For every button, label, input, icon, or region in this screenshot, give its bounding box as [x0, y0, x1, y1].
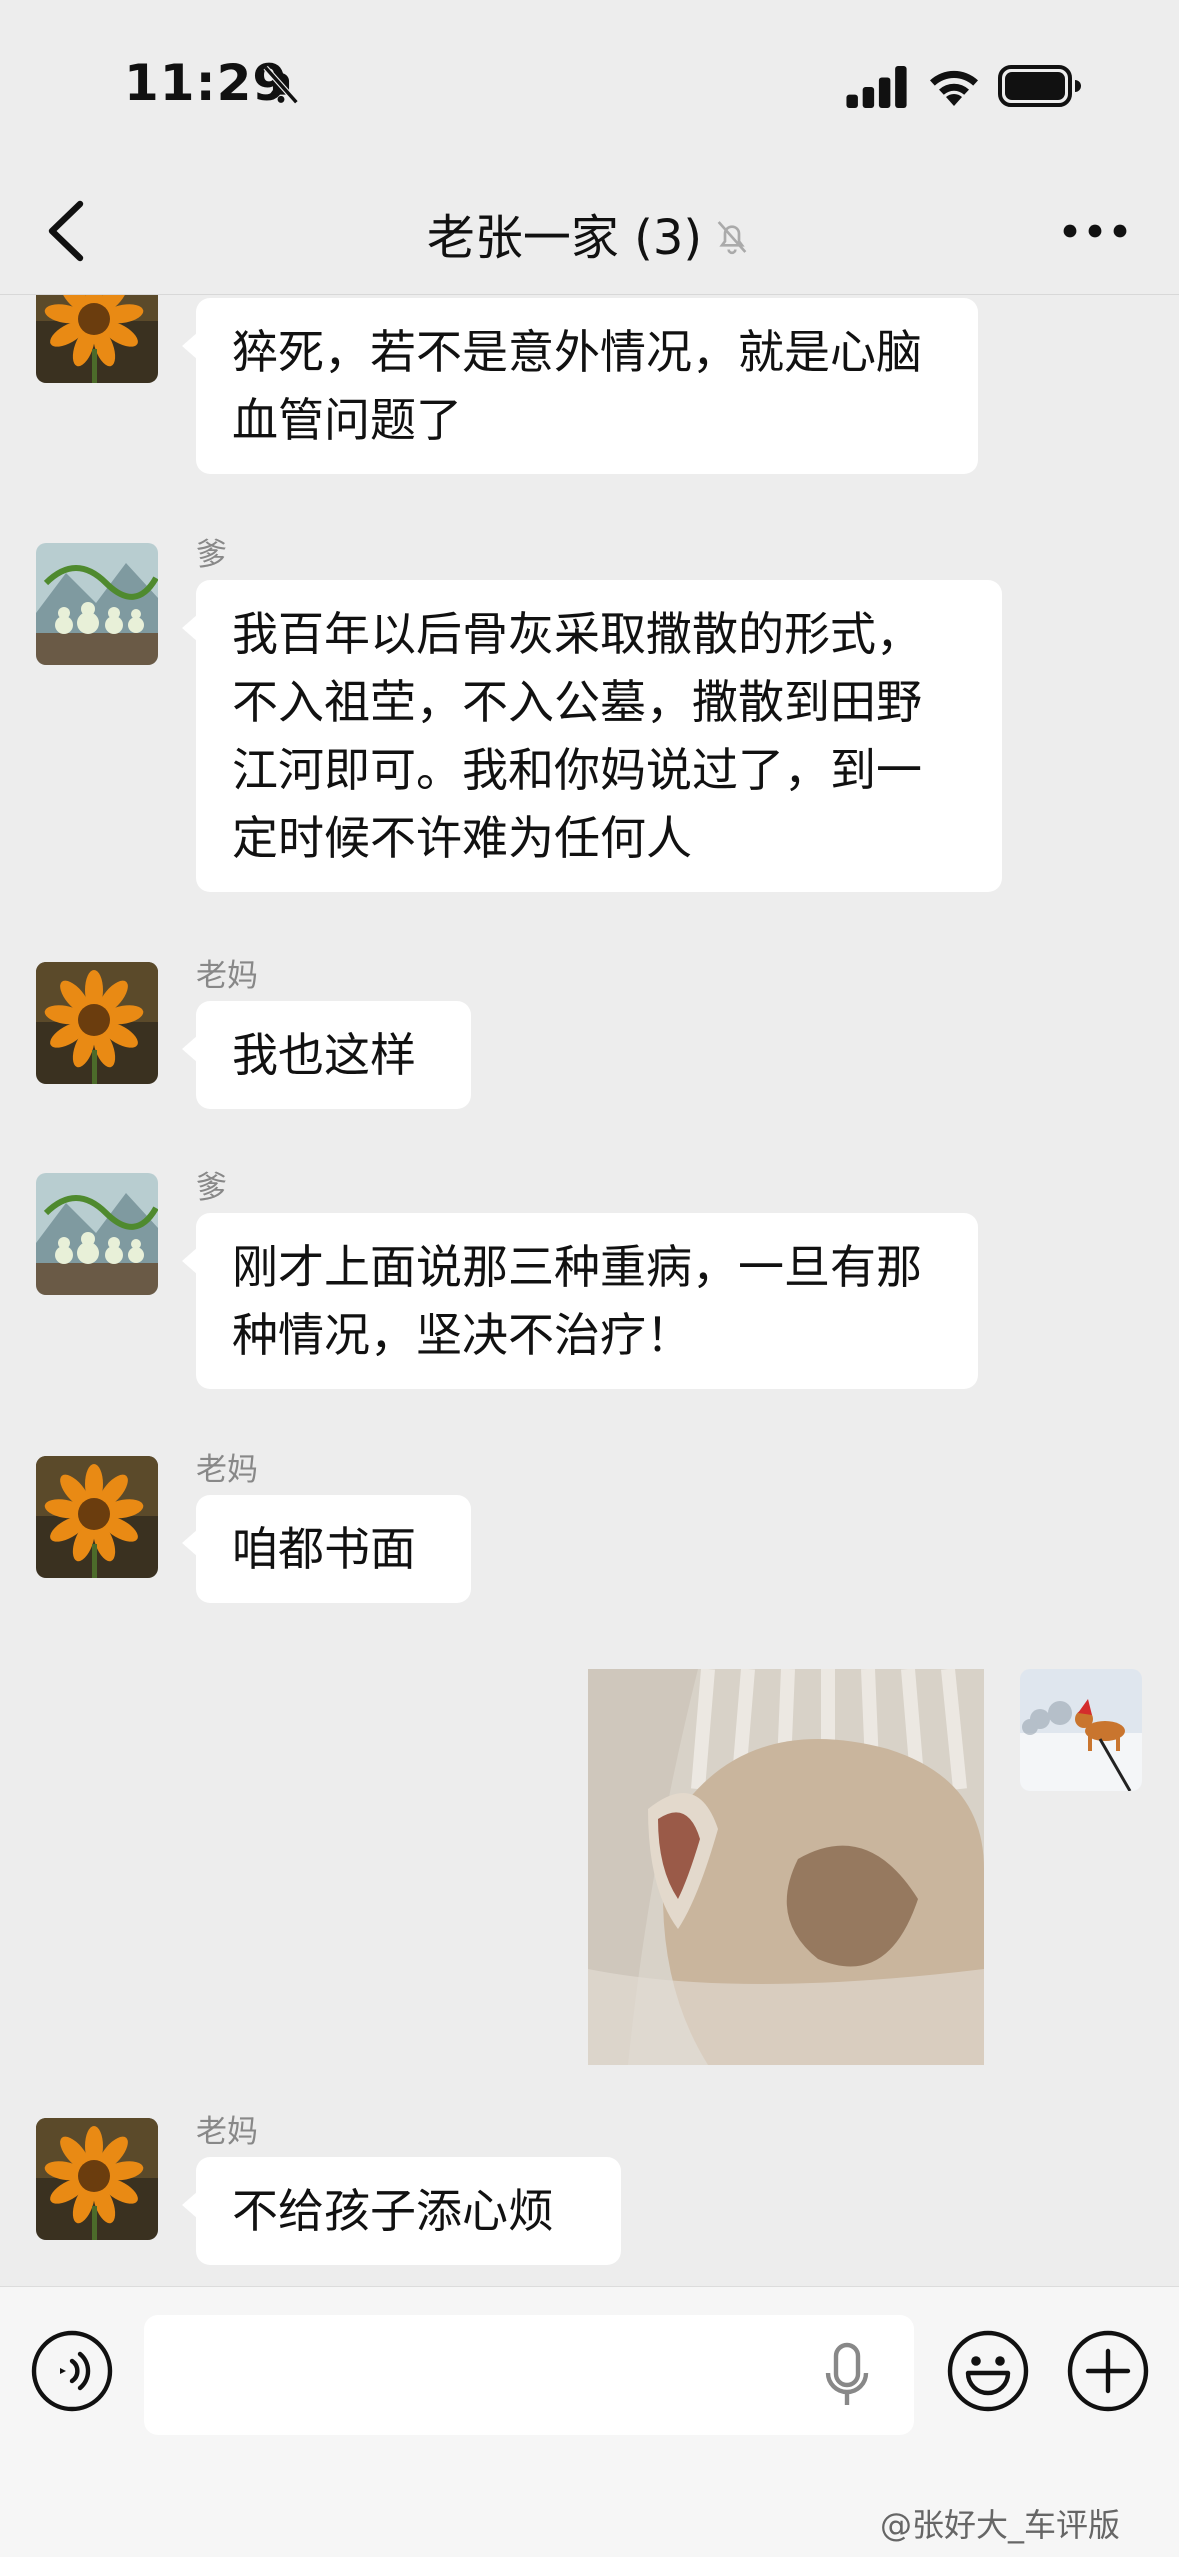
sender-name: 老妈	[196, 958, 258, 994]
sender-name: 老妈	[196, 2114, 258, 2150]
sender-name: 爹	[196, 537, 227, 573]
chat-title: 老张一家 (3)	[426, 210, 703, 266]
avatar-gourds[interactable]	[36, 1173, 158, 1295]
message-text: 不给孩子添心烦	[232, 2184, 554, 2238]
sender-name: 爹	[196, 1170, 227, 1206]
emoji-icon[interactable]	[946, 2329, 1030, 2413]
message-bubble[interactable]: 刚才上面说那三种重病，一旦有那种情况，坚决不治疗！	[182, 1213, 978, 1389]
voice-icon[interactable]	[30, 2329, 114, 2413]
plus-icon[interactable]	[1066, 2329, 1150, 2413]
wifi-icon	[930, 70, 978, 106]
sunflower-avatar-image	[36, 295, 158, 383]
sleeping-cat-image	[588, 1669, 984, 2065]
gourd-avatar-image	[36, 543, 158, 665]
avatar-sunflower[interactable]	[36, 962, 158, 1084]
cat-photo-message[interactable]	[588, 1669, 984, 2065]
message-bubble[interactable]: 咱都书面	[182, 1495, 471, 1603]
message-text: 我百年以后骨灰采取撒散的形式，不入祖茔，不入公墓，撒散到田野江河即可。我和你妈说…	[232, 607, 922, 865]
more-icon[interactable]	[1060, 206, 1130, 256]
sunflower-avatar-image	[36, 1456, 158, 1578]
chat-area[interactable]: 猝死，若不是意外情况，就是心脑血管问题了 爹 我百年以后骨灰采取撒散的形式，不入…	[0, 295, 1179, 2285]
sunflower-avatar-image	[36, 2118, 158, 2240]
gourd-avatar-image	[36, 1173, 158, 1295]
sunflower-avatar-image	[36, 962, 158, 1084]
message-bubble[interactable]: 我百年以后骨灰采取撒散的形式，不入祖茔，不入公墓，撒散到田野江河即可。我和你妈说…	[182, 580, 1002, 892]
mute-bell-icon	[717, 221, 747, 255]
sender-name: 老妈	[196, 1452, 258, 1488]
nav-bar: 老张一家 (3)	[0, 170, 1179, 295]
message-text: 我也这样	[232, 1028, 416, 1082]
status-bar: 11:29	[0, 0, 1179, 170]
mute-bell-icon	[263, 65, 299, 105]
weibo-watermark: @张好大_车评版	[880, 2506, 1121, 2544]
my-avatar[interactable]	[1020, 1669, 1142, 1791]
battery-icon	[998, 65, 1081, 107]
signal-icon	[846, 66, 907, 108]
message-input[interactable]	[144, 2315, 914, 2435]
avatar-sunflower[interactable]	[36, 1456, 158, 1578]
message-text: 猝死，若不是意外情况，就是心脑血管问题了	[232, 325, 922, 447]
message-text: 刚才上面说那三种重病，一旦有那种情况，坚决不治疗！	[232, 1240, 922, 1362]
avatar-sunflower[interactable]	[36, 295, 158, 383]
chat-title-container[interactable]: 老张一家 (3)	[0, 198, 1179, 268]
message-bubble[interactable]: 不给孩子添心烦	[182, 2157, 621, 2265]
avatar-sunflower[interactable]	[36, 2118, 158, 2240]
message-bubble[interactable]: 猝死，若不是意外情况，就是心脑血管问题了	[182, 298, 978, 474]
message-bubble[interactable]: 我也这样	[182, 1001, 471, 1109]
dog-snow-avatar-image	[1020, 1669, 1142, 1791]
message-text: 咱都书面	[232, 1522, 416, 1576]
avatar-gourds[interactable]	[36, 543, 158, 665]
mic-icon[interactable]	[822, 2341, 872, 2411]
